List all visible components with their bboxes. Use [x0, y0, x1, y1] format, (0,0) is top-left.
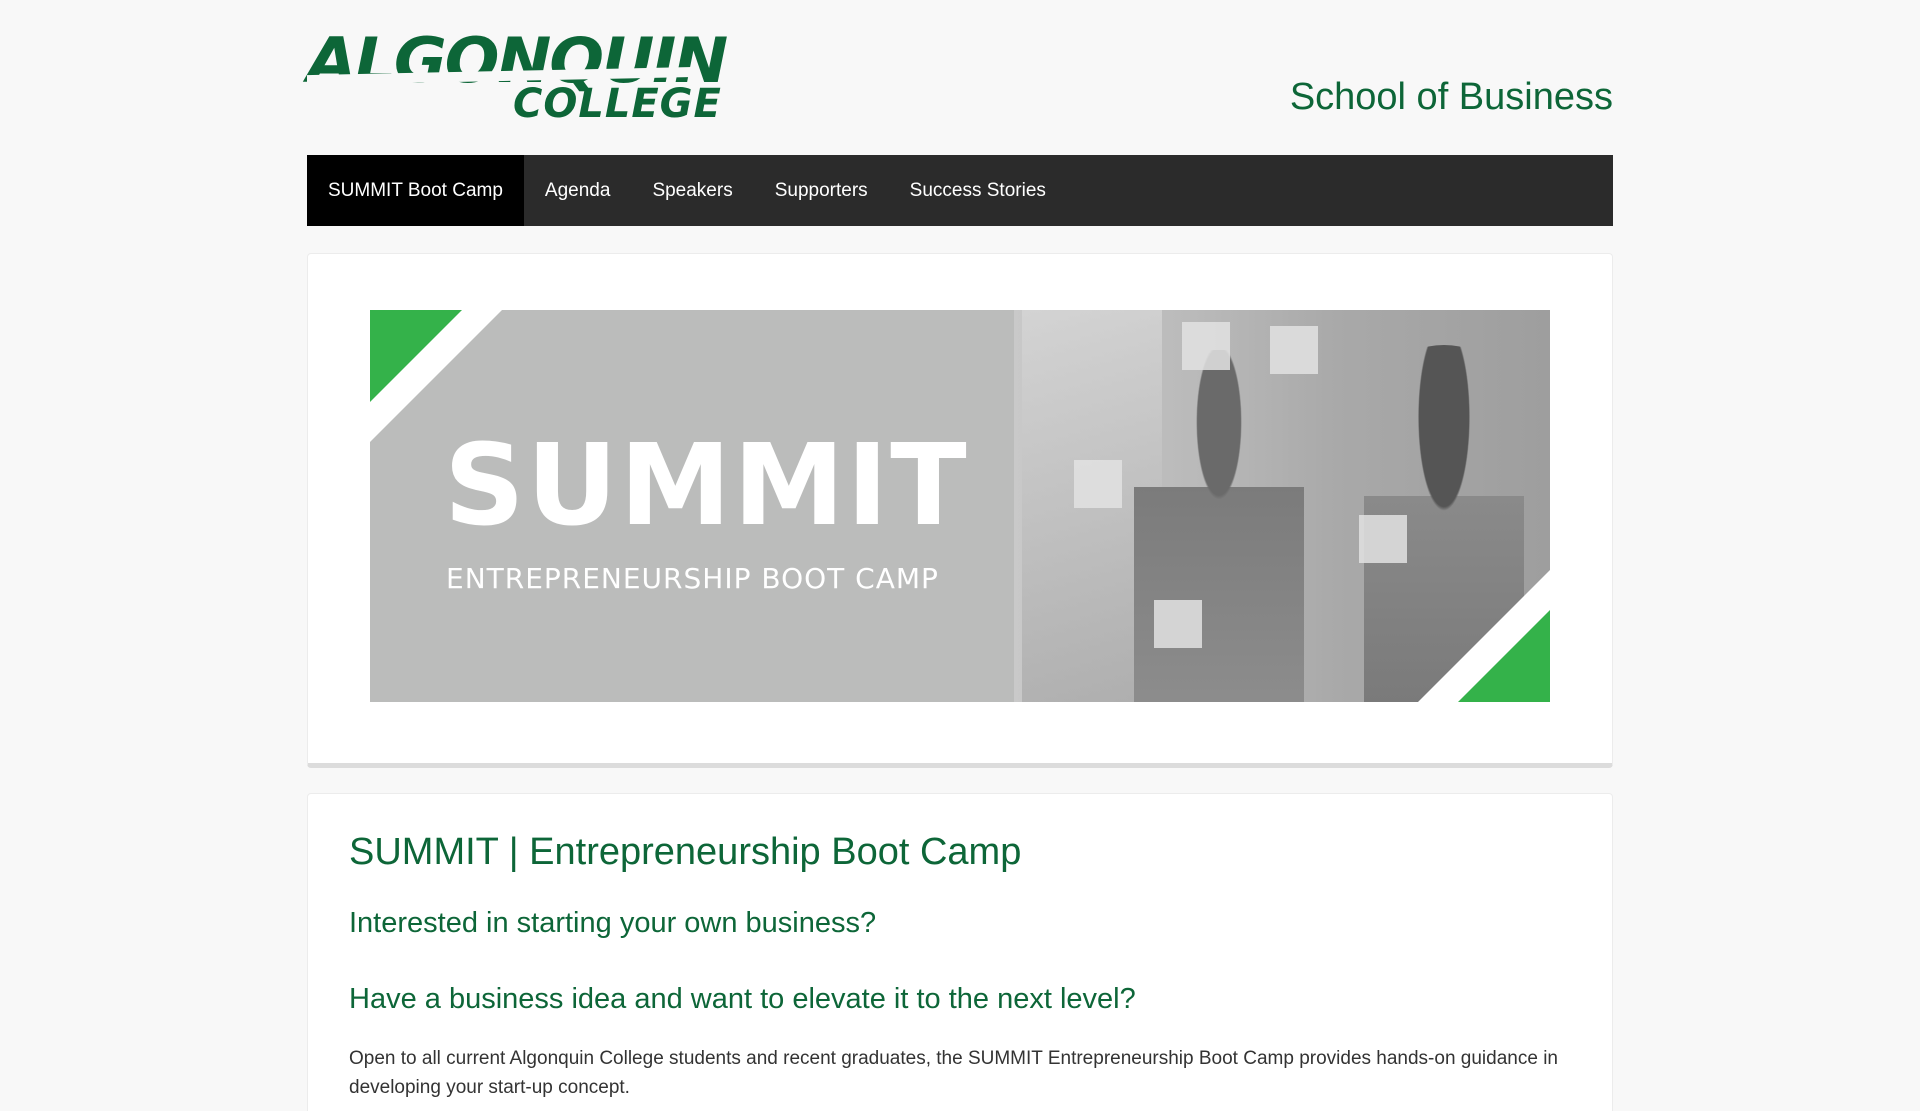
nav-item-agenda[interactable]: Agenda	[524, 155, 632, 226]
summit-banner-image: SUMMIT ENTREPRENEURSHIP BOOT CAMP	[370, 310, 1550, 702]
page: ALGONQUIN COLLEGE School of Business SUM…	[307, 0, 1613, 1111]
photo-person-left	[1134, 350, 1304, 702]
green-triangle-top-left	[370, 310, 462, 402]
main-nav: SUMMIT Boot Camp Agenda Speakers Support…	[307, 155, 1613, 226]
nav-item-speakers[interactable]: Speakers	[631, 155, 753, 226]
subheading-question-2: Have a business idea and want to elevate…	[349, 983, 1136, 1015]
content-inner: SUMMIT | Entrepreneurship Boot Camp Inte…	[349, 828, 1579, 1102]
sticky-note	[1074, 460, 1122, 508]
subheading-question-1: Interested in starting your own business…	[349, 907, 877, 939]
banner-title: SUMMIT	[444, 421, 969, 551]
sticky-note	[1270, 326, 1318, 374]
sticky-note	[1182, 322, 1230, 370]
sticky-note	[1359, 515, 1407, 563]
content-card: SUMMIT | Entrepreneurship Boot Camp Inte…	[307, 793, 1613, 1111]
nav-item-supporters[interactable]: Supporters	[754, 155, 889, 226]
algonquin-college-logo[interactable]: ALGONQUIN COLLEGE	[307, 30, 728, 125]
nav-item-success-stories[interactable]: Success Stories	[889, 155, 1067, 226]
page-title: SUMMIT | Entrepreneurship Boot Camp	[349, 831, 1022, 873]
green-triangle-bottom-right	[1458, 610, 1550, 702]
logo-line2: COLLEGE	[513, 81, 722, 127]
intro-paragraph: Open to all current Algonquin College st…	[349, 1048, 1558, 1098]
banner-subtitle: ENTREPRENEURSHIP BOOT CAMP	[446, 562, 939, 595]
banner-card: SUMMIT ENTREPRENEURSHIP BOOT CAMP	[307, 253, 1613, 768]
site-header: ALGONQUIN COLLEGE School of Business	[307, 0, 1613, 155]
sticky-note	[1154, 600, 1202, 648]
school-name[interactable]: School of Business	[1290, 74, 1613, 120]
nav-item-summit-boot-camp[interactable]: SUMMIT Boot Camp	[307, 155, 524, 226]
